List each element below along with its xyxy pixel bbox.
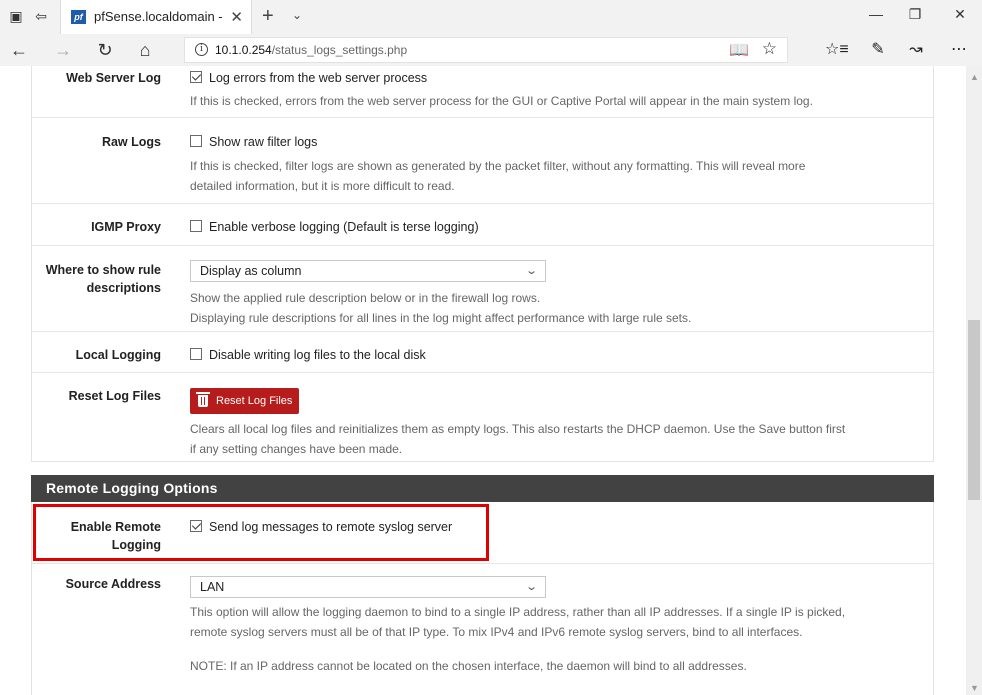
browser-tab[interactable]: pf pfSense.localdomain - S ✕	[60, 0, 252, 34]
remote-logging-section-header: Remote Logging Options	[31, 475, 934, 502]
tab-set-aside-icon[interactable]: ▣	[8, 8, 24, 24]
restore-icon[interactable]: ❐	[905, 6, 925, 23]
plus-icon[interactable]: +	[262, 6, 274, 26]
favorites-list-icon[interactable]: ☆≡	[825, 39, 849, 59]
rule-descriptions-select[interactable]: Display as column ⌄	[190, 260, 546, 282]
reset-log-files-row: Reset Log Files Reset Log Files Clears a…	[32, 373, 933, 462]
forward-arrow-icon[interactable]: →	[52, 39, 74, 61]
back-arrow-icon[interactable]: ←	[8, 39, 30, 61]
checkbox[interactable]	[190, 135, 202, 147]
home-icon[interactable]: ⌂	[134, 39, 156, 61]
tab-bar: ▣ ⇦ pf pfSense.localdomain - S ✕ + ⌄ — ❐…	[0, 0, 982, 34]
web-server-log-row: Web Server Log Log errors from the web s…	[32, 66, 933, 118]
reset-log-files-help-2: if any setting changes have been made.	[190, 442, 403, 456]
source-address-select[interactable]: LAN ⌄	[190, 576, 546, 598]
source-address-help-1: This option will allow the logging daemo…	[190, 605, 846, 619]
refresh-icon[interactable]: ↻	[94, 39, 116, 61]
chevron-down-icon: ⌄	[524, 581, 538, 593]
share-icon[interactable]: ↝	[905, 39, 927, 59]
checkbox[interactable]	[190, 71, 202, 83]
highlight-box	[33, 504, 489, 561]
raw-logs-label: Raw Logs	[101, 135, 161, 149]
rule-descriptions-label-1: Where to show rule	[45, 263, 161, 277]
more-icon[interactable]: ⋯	[948, 39, 970, 59]
raw-logs-help-1: If this is checked, filter logs are show…	[190, 159, 806, 173]
source-address-label: Source Address	[65, 577, 161, 591]
chevron-down-icon: ⌄	[524, 265, 538, 277]
window-close-icon[interactable]: ✕	[950, 6, 970, 23]
info-icon[interactable]: i	[195, 43, 208, 56]
pfsense-favicon: pf	[71, 10, 86, 24]
source-address-help-2: remote syslog servers must all be of tha…	[190, 625, 803, 639]
local-logging-label: Local Logging	[75, 348, 161, 362]
star-icon[interactable]: ☆	[762, 39, 777, 59]
igmp-proxy-row: IGMP Proxy Enable verbose logging (Defau…	[32, 204, 933, 246]
tab-title: pfSense.localdomain - S	[94, 9, 224, 24]
reading-view-icon[interactable]: 📖	[729, 40, 749, 60]
pen-icon[interactable]: ✎	[867, 39, 889, 59]
rule-descriptions-help-2: Displaying rule descriptions for all lin…	[190, 311, 692, 325]
web-server-log-checkbox[interactable]: Log errors from the web server process	[190, 69, 427, 87]
url-text[interactable]: 10.1.0.254/status_logs_settings.php	[215, 43, 407, 57]
chevron-down-icon[interactable]: ⌄	[292, 8, 302, 22]
general-logging-panel: Web Server Log Log errors from the web s…	[31, 66, 934, 462]
raw-logs-row: Raw Logs Show raw filter logs If this is…	[32, 118, 933, 204]
close-icon[interactable]: ✕	[230, 8, 243, 26]
trash-icon	[196, 392, 210, 407]
local-logging-row: Local Logging Disable writing log files …	[32, 332, 933, 373]
source-address-note: NOTE: If an IP address cannot be located…	[190, 659, 747, 673]
scroll-down-icon[interactable]: ▼	[970, 683, 979, 693]
reset-log-files-help-1: Clears all local log files and reinitial…	[190, 422, 846, 436]
rule-descriptions-label-2: descriptions	[86, 281, 161, 295]
raw-logs-help-2: detailed information, but it is more dif…	[190, 179, 455, 193]
page-content: Web Server Log Log errors from the web s…	[0, 66, 966, 695]
rule-descriptions-row: Where to show rule descriptions Display …	[32, 246, 933, 332]
vertical-scrollbar[interactable]: ▲ ▼	[966, 66, 982, 695]
local-logging-checkbox[interactable]: Disable writing log files to the local d…	[190, 346, 426, 364]
igmp-proxy-checkbox[interactable]: Enable verbose logging (Default is terse…	[190, 218, 479, 236]
reset-log-files-button[interactable]: Reset Log Files	[190, 388, 299, 414]
igmp-proxy-label: IGMP Proxy	[91, 220, 161, 234]
address-bar[interactable]: i 10.1.0.254/status_logs_settings.php 📖 …	[184, 37, 788, 63]
reset-log-files-label: Reset Log Files	[68, 389, 161, 403]
checkbox[interactable]	[190, 220, 202, 232]
web-server-log-label: Web Server Log	[66, 71, 161, 85]
checkbox[interactable]	[190, 348, 202, 360]
rule-descriptions-help-1: Show the applied rule description below …	[190, 291, 541, 305]
tab-preview-icon[interactable]: ⇦	[33, 8, 49, 24]
web-server-log-help: If this is checked, errors from the web …	[190, 94, 813, 108]
source-address-row: Source Address LAN ⌄ This option will al…	[32, 564, 933, 684]
minimize-icon[interactable]: —	[866, 6, 886, 22]
scroll-up-icon[interactable]: ▲	[970, 72, 979, 82]
scrollbar-thumb[interactable]	[968, 320, 980, 500]
raw-logs-checkbox[interactable]: Show raw filter logs	[190, 133, 317, 151]
